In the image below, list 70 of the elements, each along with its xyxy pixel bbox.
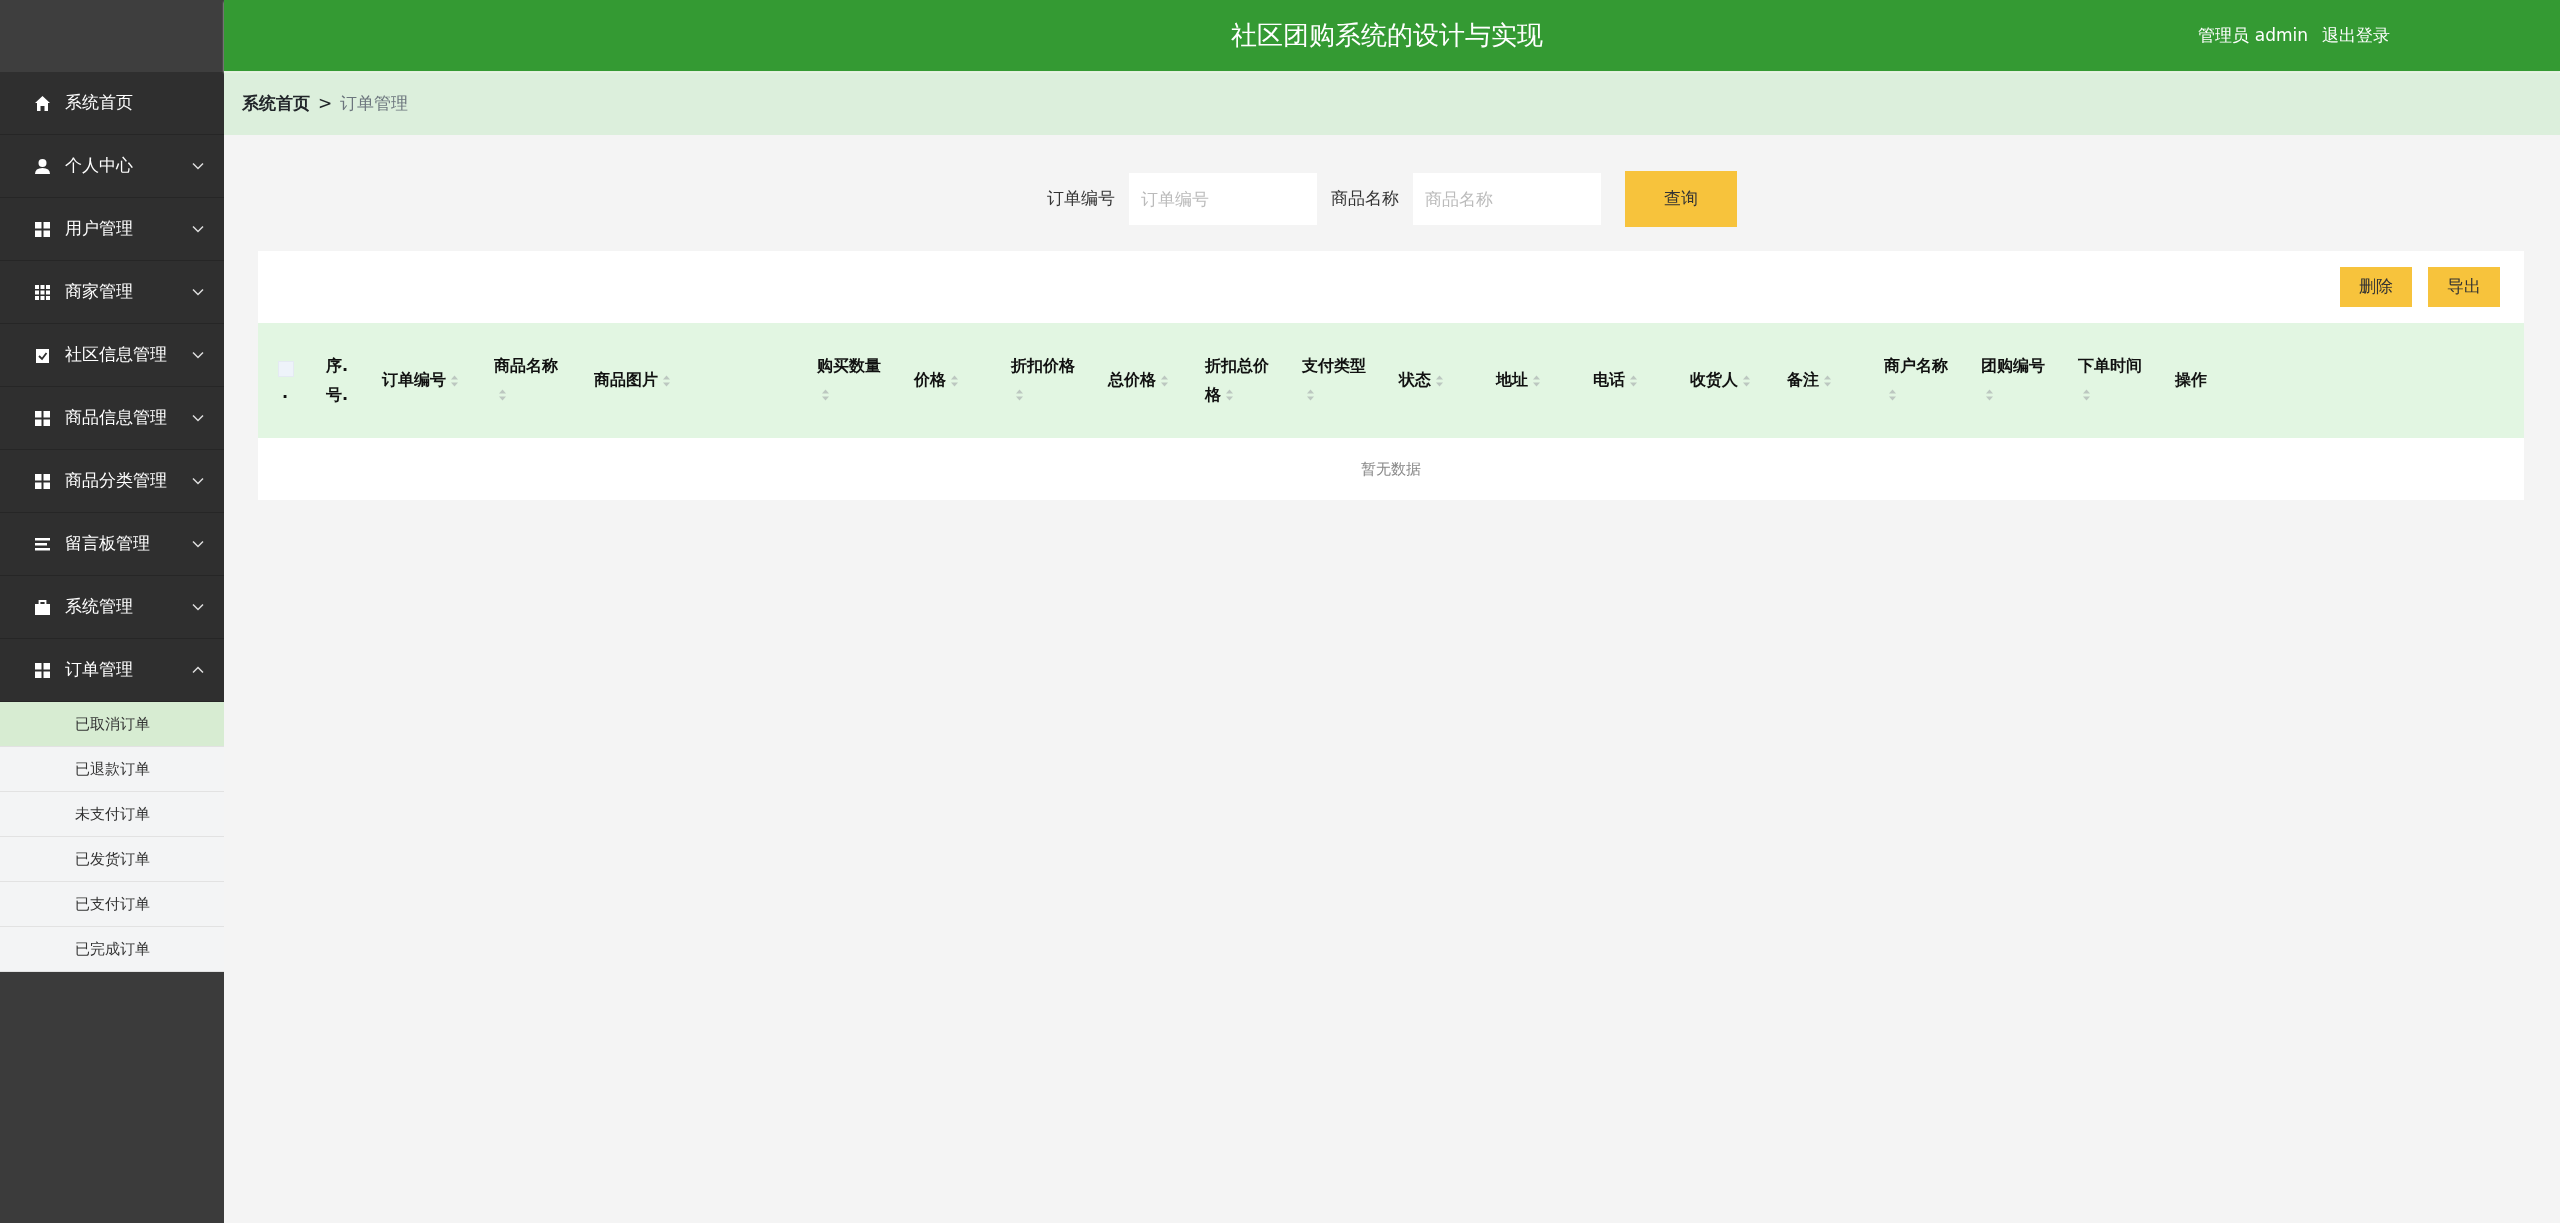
sort-icon[interactable] — [1823, 373, 1832, 388]
grid-icon — [34, 661, 51, 679]
search-field[interactable]: 商品名称 — [1413, 173, 1601, 225]
empty-message: 暂无数据 — [258, 438, 2524, 500]
sort-icon[interactable] — [950, 373, 959, 388]
column-header[interactable]: 订单编号 — [382, 366, 459, 395]
user-icon — [34, 157, 51, 175]
home-icon — [34, 94, 51, 112]
column-header[interactable]: 地址 — [1496, 366, 1541, 395]
sort-icon[interactable] — [821, 388, 830, 402]
search-field[interactable]: 订单编号 — [1129, 173, 1317, 225]
submenu-item[interactable]: 已支付订单 — [0, 882, 224, 927]
sidebar-item[interactable]: 系统首页 — [0, 72, 224, 135]
sort-icon[interactable] — [498, 388, 507, 402]
briefcase-icon — [34, 598, 51, 616]
sort-icon[interactable] — [1532, 373, 1541, 388]
grid-icon — [34, 220, 51, 238]
submenu-item[interactable]: 已发货订单 — [0, 837, 224, 882]
grid-icon — [34, 283, 51, 301]
sidebar-item[interactable]: 商家管理 — [0, 261, 224, 324]
sort-icon[interactable] — [1306, 388, 1315, 402]
column-header[interactable]: 价格 — [914, 366, 959, 395]
grid-icon — [34, 472, 51, 490]
field-label: 订单编号 — [1047, 187, 1115, 211]
sidebar-item[interactable]: 系统管理 — [0, 576, 224, 639]
app-title: 社区团购系统的设计与实现 — [1231, 19, 1543, 52]
list-icon — [34, 535, 51, 553]
column-header[interactable]: 总价格 — [1108, 366, 1169, 395]
sort-icon[interactable] — [1160, 373, 1169, 388]
clipboard-check-icon — [34, 346, 51, 364]
column-header[interactable]: 电话 — [1593, 366, 1638, 395]
sort-icon[interactable] — [1985, 388, 1994, 402]
select-all-checkbox[interactable] — [278, 361, 294, 377]
sort-icon[interactable] — [2082, 388, 2091, 402]
sort-icon[interactable] — [1888, 388, 1897, 402]
column-header[interactable]: 状态 — [1399, 366, 1444, 395]
search-button[interactable]: 查询 — [1625, 171, 1737, 227]
sort-icon[interactable] — [1742, 373, 1751, 388]
sidebar-item[interactable]: 留言板管理 — [0, 513, 224, 576]
sort-icon[interactable] — [1225, 388, 1234, 402]
submenu-item[interactable]: 已取消订单 — [0, 702, 224, 747]
submenu-item[interactable]: 已退款订单 — [0, 747, 224, 792]
grid-icon — [34, 409, 51, 427]
sidebar-item[interactable]: 订单管理 — [0, 639, 224, 702]
submenu-item[interactable]: 未支付订单 — [0, 792, 224, 837]
sidebar-item[interactable]: 商品分类管理 — [0, 450, 224, 513]
sort-icon[interactable] — [1435, 373, 1444, 388]
action-button[interactable]: 导出 — [2428, 267, 2500, 307]
breadcrumb-item: 订单管理 — [340, 92, 409, 116]
sort-icon[interactable] — [450, 373, 459, 388]
sort-icon[interactable] — [1629, 373, 1638, 388]
user-label: 管理员 admin — [2198, 23, 2308, 47]
column-header[interactable]: 备注 — [1787, 366, 1832, 395]
logout-link[interactable]: 退出登录 — [2322, 22, 2390, 49]
sort-icon[interactable] — [662, 373, 671, 388]
sidebar-item[interactable]: 商品信息管理 — [0, 387, 224, 450]
sidebar-item[interactable]: 个人中心 — [0, 135, 224, 198]
column-header[interactable]: 商品图片 — [594, 366, 671, 395]
action-button[interactable]: 删除 — [2340, 267, 2412, 307]
column-header: 操作 — [2175, 369, 2207, 392]
breadcrumb-separator: > — [318, 92, 333, 116]
column-header: 序.号. — [326, 354, 350, 406]
submenu-item[interactable]: 已完成订单 — [0, 927, 224, 972]
breadcrumb-item[interactable]: 系统首页 — [242, 91, 310, 117]
sidebar-item[interactable]: 社区信息管理 — [0, 324, 224, 387]
header-text: . — [282, 382, 289, 402]
column-header[interactable]: 收货人 — [1690, 366, 1751, 395]
sidebar-item[interactable]: 用户管理 — [0, 198, 224, 261]
field-label: 商品名称 — [1331, 187, 1399, 211]
sort-icon[interactable] — [1015, 388, 1024, 402]
